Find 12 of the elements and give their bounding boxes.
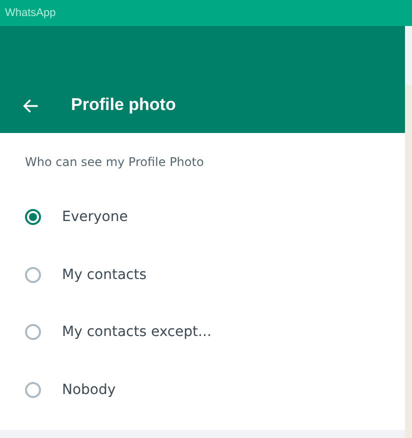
- back-arrow-icon[interactable]: [22, 97, 40, 115]
- radio-button[interactable]: [25, 266, 41, 283]
- option-label[interactable]: My contacts: [62, 266, 146, 283]
- radio-button[interactable]: [25, 208, 41, 225]
- radio-button[interactable]: [25, 324, 41, 340]
- window-title: WhatsApp: [5, 7, 56, 19]
- radio-button[interactable]: [25, 382, 41, 398]
- page-title: Profile photo: [71, 95, 176, 115]
- option-label[interactable]: Nobody: [62, 382, 116, 398]
- option-label[interactable]: My contacts except...: [62, 324, 212, 340]
- section-label: Who can see my Profile Photo: [25, 155, 205, 169]
- option-label[interactable]: Everyone: [62, 208, 128, 225]
